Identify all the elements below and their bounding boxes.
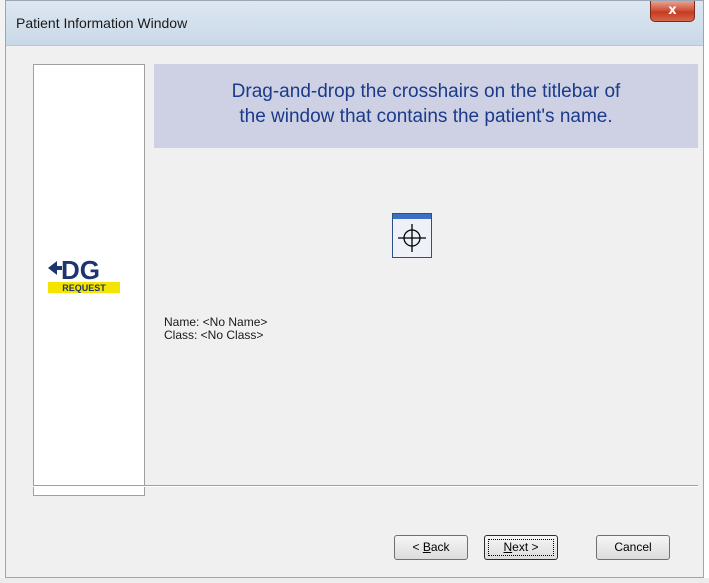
instruction-line-2: the window that contains the patient's n… xyxy=(239,106,613,127)
logo-mark: DG xyxy=(61,255,100,285)
window-titlebar[interactable]: Patient Information Window x xyxy=(6,1,703,46)
wizard-side-panel: DG REQUEST xyxy=(33,64,145,496)
back-button-prefix: < xyxy=(412,540,423,554)
instruction-line-1: Drag-and-drop the crosshairs on the titl… xyxy=(231,81,621,102)
back-button[interactable]: < Back xyxy=(394,535,468,560)
crosshair-drag-handle[interactable] xyxy=(392,213,432,258)
next-button[interactable]: Next > xyxy=(484,535,558,560)
crosshair-handle-titlebar xyxy=(393,214,431,219)
dg-request-logo: DG REQUEST xyxy=(48,255,120,293)
window-title: Patient Information Window xyxy=(16,15,188,31)
back-button-label: ack xyxy=(430,540,450,554)
next-button-focus-ring xyxy=(488,539,554,556)
button-separator xyxy=(33,485,698,487)
window-class-readout: Class: <No Class> xyxy=(164,328,264,342)
instruction-text: Drag-and-drop the crosshairs on the titl… xyxy=(154,79,698,129)
back-button-accelerator: B xyxy=(422,540,431,554)
instruction-banner: Drag-and-drop the crosshairs on the titl… xyxy=(154,64,698,148)
logo-arrow-icon xyxy=(48,261,57,275)
close-button[interactable]: x xyxy=(650,1,695,22)
cancel-button[interactable]: Cancel xyxy=(596,535,670,560)
target-window-info: Name: <No Name> Class: <No Class> xyxy=(164,316,267,342)
desktop-edge-bottom xyxy=(0,578,709,583)
logo-tagline: REQUEST xyxy=(62,283,106,293)
wizard-client-area: DG REQUEST Drag-and-drop the crosshairs … xyxy=(6,46,703,577)
patient-information-window: Patient Information Window x DG REQUEST … xyxy=(5,0,704,578)
crosshair-icon xyxy=(398,224,426,252)
close-icon: x xyxy=(668,3,677,18)
